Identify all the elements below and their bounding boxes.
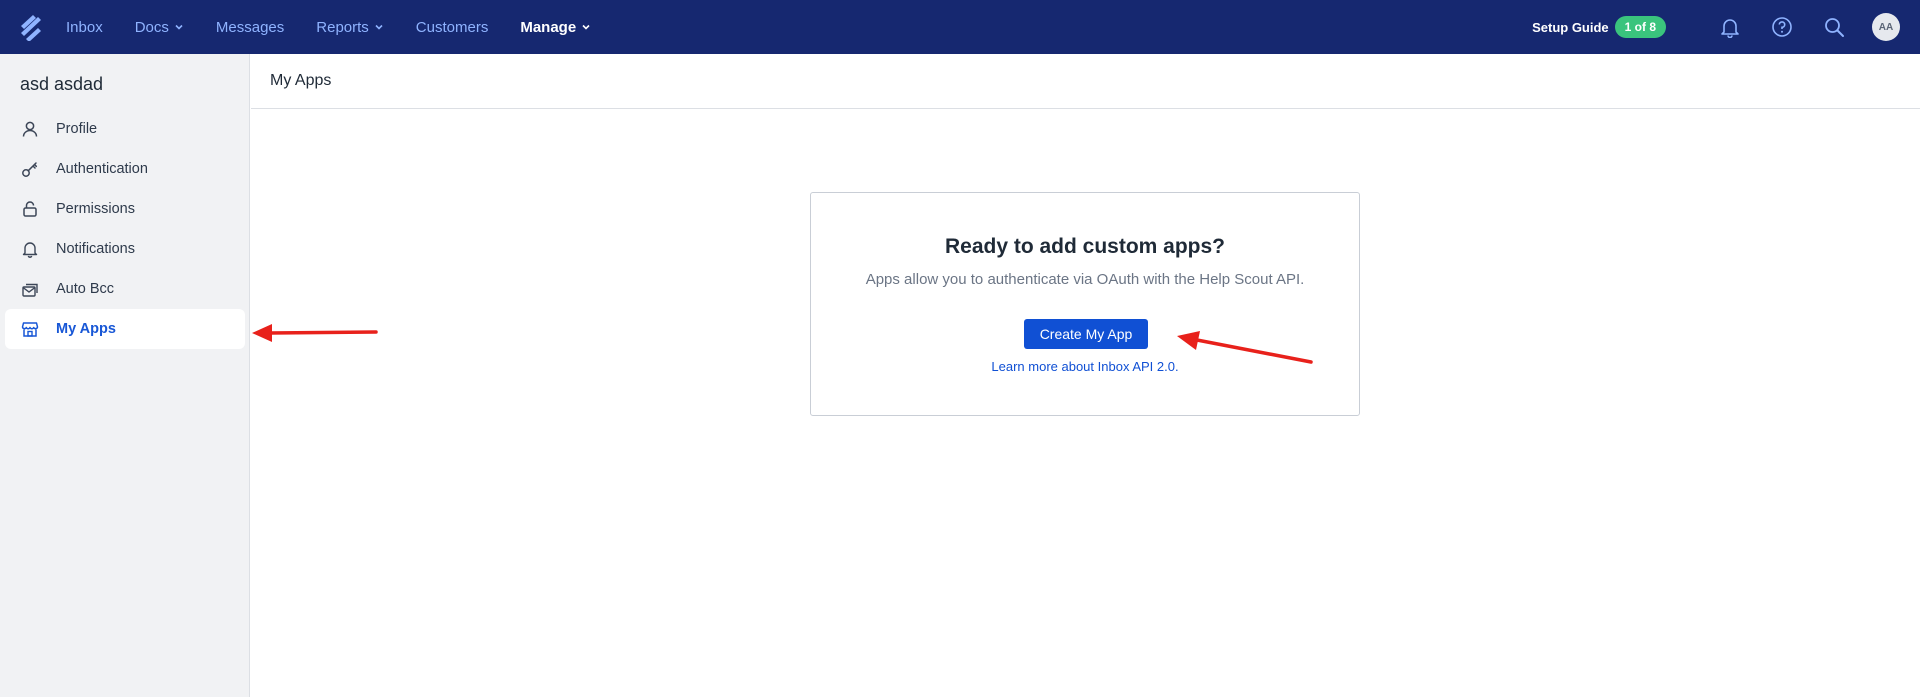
- nav-messages[interactable]: Messages: [216, 19, 284, 36]
- bell-icon: [20, 239, 40, 259]
- empty-state-title: Ready to add custom apps?: [944, 235, 1226, 258]
- nav-manage-label: Manage: [520, 18, 577, 36]
- annotation-arrow-button: [1177, 331, 1313, 364]
- sidebar-item-notifications[interactable]: Notifications: [5, 229, 245, 269]
- nav-customers[interactable]: Customers: [416, 19, 489, 36]
- sidebar-item-label: My Apps: [56, 321, 116, 337]
- nav-manage[interactable]: Manage: [520, 19, 591, 36]
- sidebar-item-auto-bcc[interactable]: Auto Bcc: [5, 269, 245, 309]
- chevron-down-icon: [375, 24, 383, 30]
- page-title: My Apps: [270, 72, 332, 89]
- sidebar-item-label: Profile: [56, 121, 98, 137]
- sidebar-user-name: asd asdad: [20, 74, 104, 94]
- empty-state-description: Apps allow you to authenticate via OAuth…: [865, 271, 1305, 288]
- help-icon[interactable]: [1770, 15, 1794, 39]
- help-scout-logo[interactable]: [18, 13, 44, 41]
- annotation-arrow-left: [252, 324, 378, 342]
- avatar[interactable]: AA: [1872, 13, 1900, 41]
- nav-reports[interactable]: Reports: [316, 19, 384, 36]
- mail-stack-icon: [20, 279, 40, 299]
- setup-guide-progress-badge[interactable]: 1 of 8: [1614, 16, 1666, 38]
- sidebar-item-label: Permissions: [56, 201, 135, 217]
- nav-docs-label: Docs: [134, 18, 169, 36]
- nav-reports-label: Reports: [316, 18, 369, 36]
- lock-icon: [20, 199, 40, 219]
- nav-right: Setup Guide 1 of 8 AA: [1532, 0, 1900, 54]
- sidebar-item-authentication[interactable]: Authentication: [5, 149, 245, 189]
- bell-icon[interactable]: [1718, 15, 1742, 39]
- person-icon: [20, 119, 40, 139]
- nav-customers-label: Customers: [415, 18, 489, 36]
- key-icon: [20, 159, 40, 179]
- sidebar-item-label: Authentication: [56, 161, 148, 177]
- nav-inbox-label: Inbox: [66, 18, 103, 36]
- search-icon[interactable]: [1822, 15, 1846, 39]
- nav-docs[interactable]: Docs: [135, 19, 184, 36]
- sidebar-item-my-apps[interactable]: My Apps: [5, 309, 245, 349]
- chevron-down-icon: [582, 24, 590, 30]
- top-navbar: Inbox Docs Messages Reports Customers Ma…: [0, 0, 1920, 54]
- sidebar-item-label: Notifications: [56, 241, 135, 257]
- main-nav: Inbox Docs Messages Reports Customers Ma…: [66, 0, 623, 54]
- sidebar-item-label: Auto Bcc: [56, 281, 115, 297]
- apps-store-icon: [20, 319, 40, 339]
- create-my-app-button[interactable]: Create My App: [1024, 319, 1148, 349]
- empty-state-card: Ready to add custom apps? Apps allow you…: [810, 192, 1360, 416]
- setup-guide-link[interactable]: Setup Guide: [1532, 20, 1609, 35]
- sidebar-item-profile[interactable]: Profile: [5, 109, 245, 149]
- sidebar-menu: Profile Authentication Permissions Notif…: [5, 109, 245, 349]
- settings-sidebar: asd asdad Profile Authentication Permiss…: [0, 54, 250, 697]
- page-header: My Apps: [251, 54, 1920, 109]
- nav-messages-label: Messages: [215, 18, 285, 36]
- nav-inbox[interactable]: Inbox: [66, 19, 103, 36]
- sidebar-item-permissions[interactable]: Permissions: [5, 189, 245, 229]
- chevron-down-icon: [175, 24, 183, 30]
